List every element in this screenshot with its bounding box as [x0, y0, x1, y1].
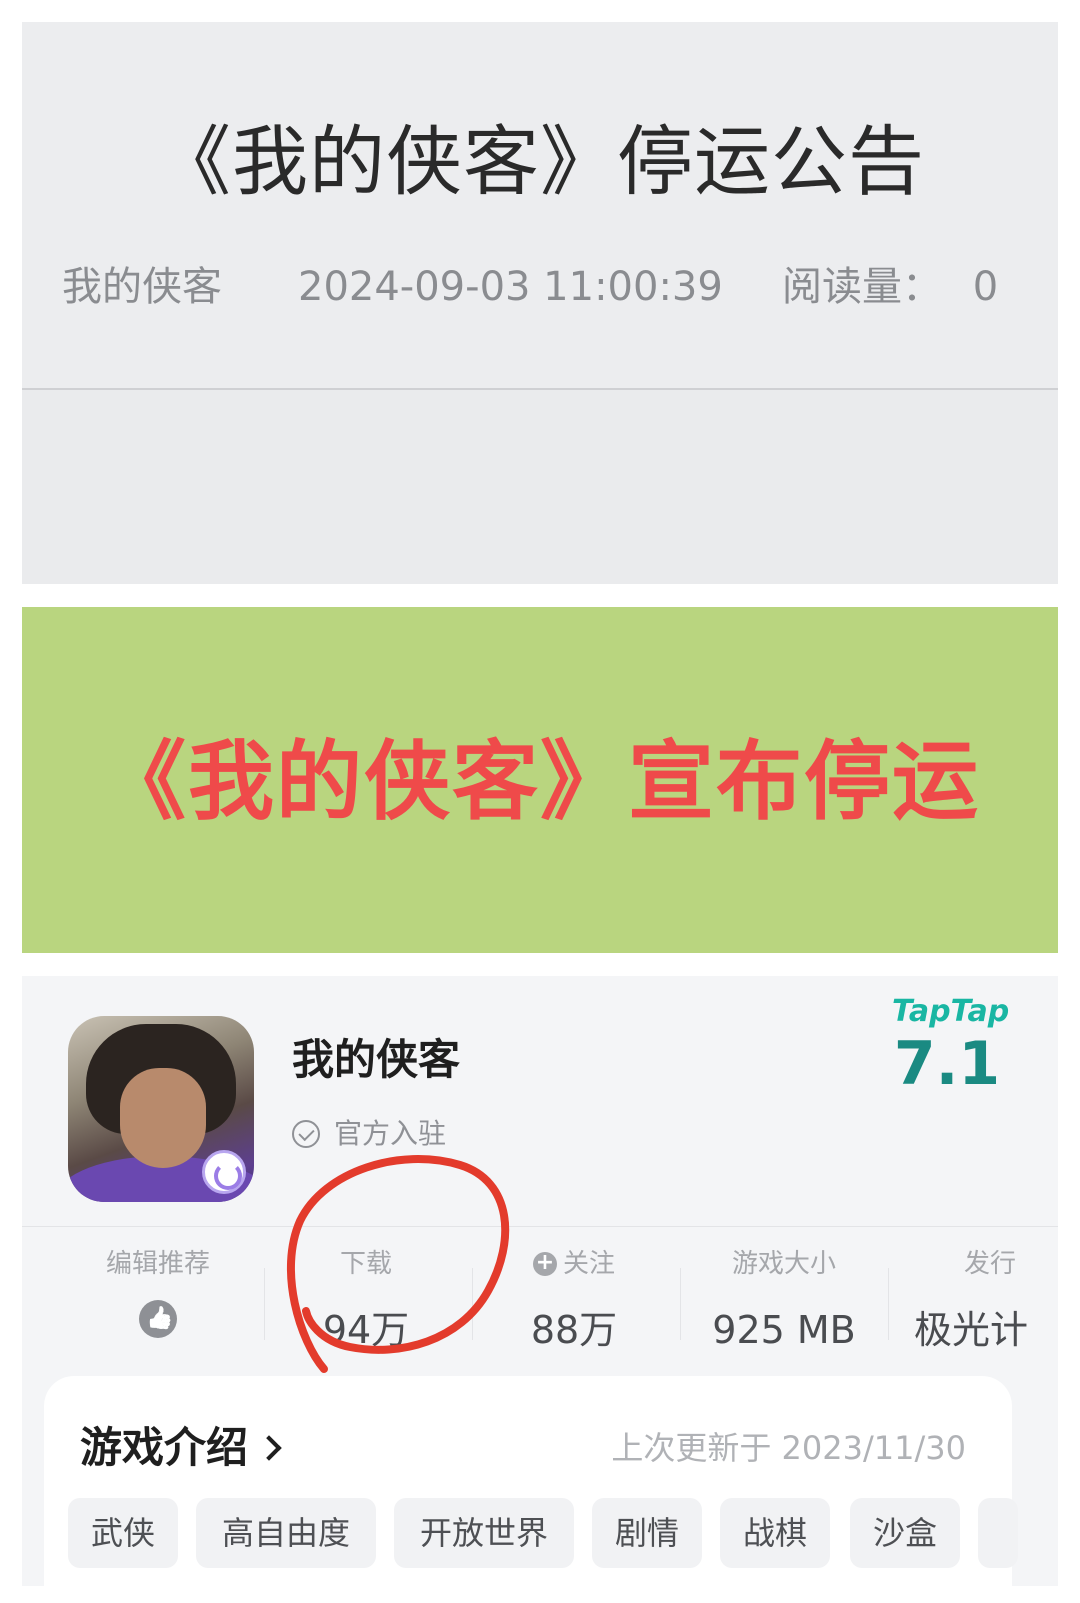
chevron-right-icon — [256, 1435, 282, 1461]
banner-text: 《我的侠客》宣布停运 — [100, 732, 980, 832]
app-card: 我的侠客 官方入驻 TapTap 7.1 编辑推荐 下载 94万 关注 88万 … — [22, 976, 1058, 1586]
reads-value: 0 — [972, 264, 999, 310]
stat-label: 编辑推荐 — [105, 1249, 210, 1279]
tag-chip[interactable]: 剧情 — [592, 1498, 702, 1568]
notice-panel: 《我的侠客》停运公告 我的侠客 2024-09-03 11:00:39 阅读量：… — [22, 22, 1058, 584]
tag-chip[interactable]: 开放世界 — [394, 1498, 574, 1568]
stat-label: 游戏大小 — [731, 1249, 836, 1279]
stat-value: 极光计 — [914, 1308, 1029, 1352]
app-icon-face — [120, 1068, 206, 1168]
app-name: 我的侠客 — [292, 1035, 461, 1084]
divider — [22, 1226, 1058, 1227]
divider — [888, 1268, 889, 1340]
notice-reads: 阅读量： 0 — [782, 262, 998, 312]
tag-chip[interactable]: 沙盒 — [850, 1498, 960, 1568]
stat-publisher[interactable]: 发行 极光计 — [892, 1246, 1058, 1360]
thumbs-up-icon — [139, 1300, 177, 1338]
stat-size[interactable]: 游戏大小 925 MB — [684, 1246, 884, 1360]
notice-body — [22, 390, 1058, 584]
official-label: 官方入驻 — [334, 1117, 447, 1150]
notice-datetime: 2024-09-03 11:00:39 — [298, 264, 723, 310]
last-update: 上次更新于 2023/11/30 — [611, 1429, 966, 1467]
announcement-banner: 《我的侠客》宣布停运 — [22, 607, 1058, 953]
stat-label: 发行 — [964, 1249, 1017, 1279]
notice-author[interactable]: 我的侠客 — [62, 262, 222, 312]
taptap-logo: TapTap — [892, 994, 1010, 1029]
stat-editor-pick[interactable]: 编辑推荐 — [58, 1246, 258, 1342]
divider — [680, 1268, 681, 1340]
tag-chip-partial[interactable] — [978, 1498, 1018, 1568]
intro-card: 游戏介绍 上次更新于 2023/11/30 武侠 高自由度 开放世界 剧情 战棋… — [44, 1376, 1018, 1586]
official-badge: 官方入驻 — [292, 1116, 446, 1152]
intro-title: 游戏介绍 — [80, 1423, 249, 1472]
intro-heading[interactable]: 游戏介绍 — [80, 1420, 282, 1476]
check-circle-icon — [292, 1120, 320, 1148]
tag-chip[interactable]: 武侠 — [68, 1498, 178, 1568]
stat-label-text: 关注 — [562, 1249, 615, 1279]
app-icon[interactable] — [68, 1016, 254, 1202]
tag-chip[interactable]: 战棋 — [720, 1498, 830, 1568]
reads-label: 阅读量： — [782, 264, 942, 310]
notice-title: 《我的侠客》停运公告 — [155, 117, 925, 206]
divider — [264, 1268, 265, 1340]
stat-value: 925 MB — [712, 1308, 856, 1352]
rating-score[interactable]: 7.1 — [892, 1026, 1002, 1102]
platform-badge-icon — [202, 1150, 246, 1194]
plus-circle-icon — [532, 1249, 557, 1277]
annotation-circle — [286, 1155, 510, 1373]
tag-chip[interactable]: 高自由度 — [196, 1498, 376, 1568]
